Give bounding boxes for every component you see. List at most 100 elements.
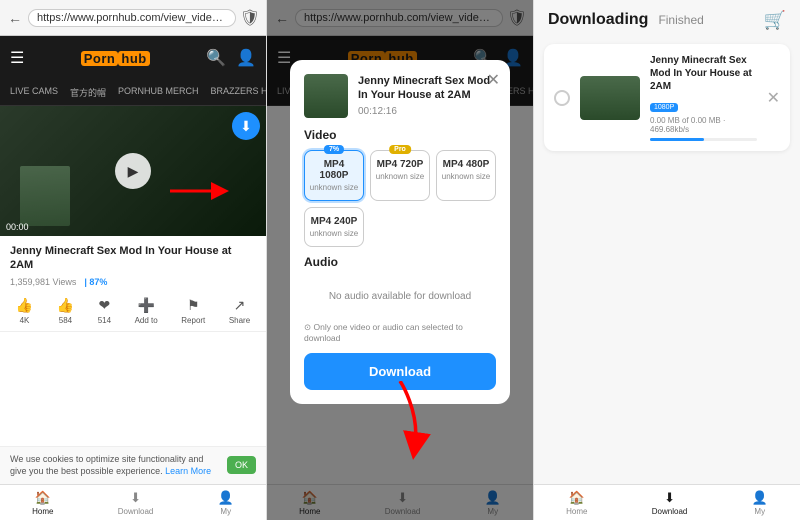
modal-quality-240p-label: MP4 240P xyxy=(309,216,359,227)
left-fav-label: 514 xyxy=(98,316,111,325)
modal-top: Jenny Minecraft Sex Mod In Your House at… xyxy=(304,74,496,118)
left-url-bar[interactable]: https://www.pornhub.com/view_video.php?v… xyxy=(28,9,236,27)
left-cookie-link[interactable]: Learn More xyxy=(165,466,211,476)
left-action-like[interactable]: 👍 584 xyxy=(57,297,74,325)
left-video-area[interactable]: ▶ 00:00 ⬇ xyxy=(0,106,266,236)
modal-quality-240p[interactable]: MP4 240P unknown size xyxy=(304,207,364,247)
left-logo: Pornhub xyxy=(81,51,150,66)
modal-quality-1080p-sub: unknown size xyxy=(309,183,359,192)
right-dl-badge: 1080P xyxy=(650,103,678,112)
modal-quality-720p-sub: unknown size xyxy=(375,172,425,181)
left-download-badge[interactable]: ⬇ xyxy=(232,112,260,140)
modal-quality-720p[interactable]: Pro MP4 720P unknown size xyxy=(370,150,430,201)
left-share-label: Share xyxy=(229,316,250,325)
left-cookie-bar: We use cookies to optimize site function… xyxy=(0,446,266,484)
left-download-label: Download xyxy=(118,507,154,516)
modal-quality-480p-sub: unknown size xyxy=(441,172,491,181)
right-dl-progress: 0.00 MB of 0.00 MB · 469.68kb/s xyxy=(650,116,757,134)
left-account-icon[interactable]: 👤 xyxy=(236,48,256,68)
left-logo-highlight: hub xyxy=(118,51,149,66)
left-cookie-ok-button[interactable]: OK xyxy=(227,456,256,474)
left-minecraft-char xyxy=(20,166,70,226)
right-download-label: Download xyxy=(652,507,688,516)
right-dl-thumb xyxy=(580,76,640,120)
right-dl-radio[interactable] xyxy=(554,90,570,106)
modal-no-audio: No audio available for download xyxy=(304,277,496,316)
modal-video-title: Jenny Minecraft Sex Mod In Your House at… xyxy=(358,74,496,103)
modal-badge-720p: Pro xyxy=(389,145,411,154)
right-nav-download[interactable]: ⬇ Download xyxy=(652,490,688,516)
left-bottom-nav: 🏠 Home ⬇ Download 👤 My xyxy=(0,484,266,520)
modal-quality-1080p[interactable]: 7% MP4 1080P unknown size xyxy=(304,150,364,201)
left-action-4k-label: 4K xyxy=(20,316,30,325)
left-action-4k[interactable]: 👍 4K xyxy=(16,297,33,325)
left-back-button[interactable]: ← xyxy=(6,8,24,28)
right-dl-title: Jenny Minecraft Sex Mod In Your House at… xyxy=(650,54,757,93)
left-nav-merch[interactable]: PORNHUB MERCH xyxy=(118,86,199,99)
left-download-icon: ⬇ xyxy=(130,490,141,506)
left-home-label: Home xyxy=(32,507,53,516)
left-home-icon: 🏠 xyxy=(35,490,51,506)
left-header-icons: 🔍 👤 xyxy=(206,48,256,68)
left-nav: LIVE CAMS 官方的帽 PORNHUB MERCH BRAZZERS HD xyxy=(0,80,266,106)
right-dl-bar-fill xyxy=(650,138,704,141)
left-video-stats: 1,359,981 Views | 87% xyxy=(10,277,256,287)
right-title-area: Downloading Finished xyxy=(548,11,704,29)
modal-close-button[interactable]: ✕ xyxy=(487,70,500,90)
left-action-share[interactable]: ↗ Share xyxy=(229,297,250,325)
left-cookie-text: We use cookies to optimize site function… xyxy=(10,453,221,478)
left-like-label: 584 xyxy=(59,316,72,325)
left-action-4k-icon: 👍 xyxy=(16,297,33,314)
right-download-icon: ⬇ xyxy=(664,490,675,506)
right-nav-my[interactable]: 👤 My xyxy=(752,490,768,516)
right-title: Downloading xyxy=(548,11,648,29)
left-action-fav[interactable]: ❤ 514 xyxy=(98,297,111,325)
modal-audio-section-title: Audio xyxy=(304,255,496,269)
modal-thumb xyxy=(304,74,348,118)
middle-panel: ← https://www.pornhub.com/view_video.php… xyxy=(267,0,534,520)
right-nav-home[interactable]: 🏠 Home xyxy=(566,490,587,516)
left-action-report[interactable]: ⚑ Report xyxy=(181,297,205,325)
left-addto-label: Add to xyxy=(135,316,158,325)
left-report-icon: ⚑ xyxy=(187,297,200,314)
left-addto-icon: ➕ xyxy=(137,297,154,314)
left-views: 1,359,981 Views xyxy=(10,277,76,287)
right-download-item: Jenny Minecraft Sex Mod In Your House at… xyxy=(544,44,790,151)
modal-quality-720p-label: MP4 720P xyxy=(375,159,425,170)
left-nav-official[interactable]: 官方的帽 xyxy=(70,86,106,99)
left-red-arrow xyxy=(170,171,230,216)
modal-badge-1080p: 7% xyxy=(324,145,344,154)
left-nav-brazzers[interactable]: BRAZZERS HD xyxy=(211,86,266,99)
left-action-addto[interactable]: ➕ Add to xyxy=(135,297,158,325)
left-video-title: Jenny Minecraft Sex Mod In Your House at… xyxy=(10,244,256,273)
left-my-icon: 👤 xyxy=(218,490,234,506)
left-panel: ← https://www.pornhub.com/view_video.php… xyxy=(0,0,267,520)
left-my-label: My xyxy=(220,507,231,516)
modal-note: ⊙ Only one video or audio can selected t… xyxy=(304,322,496,343)
left-like-icon: 👍 xyxy=(57,297,74,314)
left-search-icon[interactable]: 🔍 xyxy=(206,48,226,68)
left-fav-icon: ❤ xyxy=(99,297,111,314)
left-nav-download[interactable]: ⬇ Download xyxy=(118,490,154,516)
modal-quality-1080p-label: MP4 1080P xyxy=(309,159,359,181)
right-header: Downloading Finished 🛒 xyxy=(534,0,800,36)
left-menu-icon[interactable]: ☰ xyxy=(10,48,24,68)
right-dl-bar-bg xyxy=(650,138,757,141)
right-subtitle: Finished xyxy=(658,13,703,27)
modal-video-section-title: Video xyxy=(304,128,496,142)
left-nav-livecams[interactable]: LIVE CAMS xyxy=(10,86,58,99)
left-nav-my[interactable]: 👤 My xyxy=(218,490,234,516)
right-toolbar-icon[interactable]: 🛒 xyxy=(764,10,786,31)
left-nav-home[interactable]: 🏠 Home xyxy=(32,490,53,516)
left-report-label: Report xyxy=(181,316,205,325)
right-dl-close-button[interactable]: ✕ xyxy=(767,88,780,108)
modal-quality-480p[interactable]: MP4 480P unknown size xyxy=(436,150,496,201)
modal-duration: 00:12:16 xyxy=(358,106,496,117)
left-rating: | 87% xyxy=(84,277,107,287)
left-action-row: 👍 4K 👍 584 ❤ 514 ➕ Add to ⚑ Report ↗ Sha… xyxy=(0,291,266,332)
left-play-button[interactable]: ▶ xyxy=(115,153,151,189)
right-panel: Downloading Finished 🛒 Jenny Minecraft S… xyxy=(534,0,800,520)
right-bottom-nav: 🏠 Home ⬇ Download 👤 My xyxy=(534,484,800,520)
modal-download-button[interactable]: Download xyxy=(304,353,496,390)
modal-title-area: Jenny Minecraft Sex Mod In Your House at… xyxy=(358,74,496,117)
